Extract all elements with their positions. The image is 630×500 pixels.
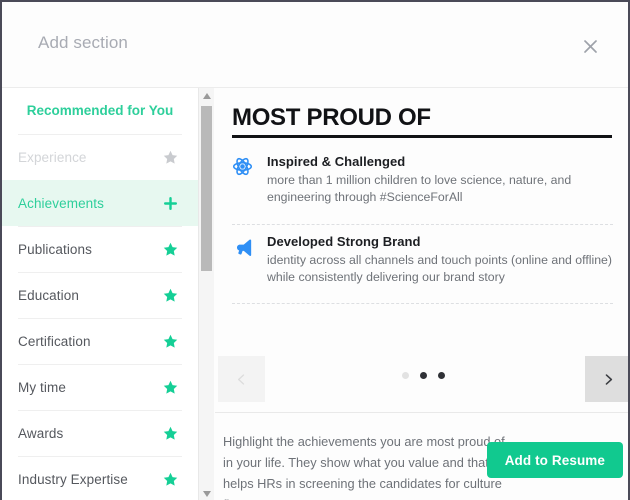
megaphone-icon: [232, 236, 254, 258]
scroll-down-icon[interactable]: [199, 486, 214, 500]
chevron-right-icon[interactable]: [585, 356, 628, 402]
sidebar-item-label: Publications: [18, 241, 92, 257]
star-icon[interactable]: [160, 423, 180, 443]
section-footer: Highlight the achievements you are most …: [215, 413, 628, 500]
preview-carousel: [215, 356, 628, 412]
row-divider: [18, 226, 182, 227]
close-icon[interactable]: [578, 34, 602, 58]
entry-description: more than 1 million children to love sci…: [267, 173, 572, 204]
sidebar-item-industry-expertise[interactable]: Industry Expertise: [2, 456, 198, 500]
preview-entry: Inspired & Challenged more than 1 millio…: [232, 154, 614, 206]
row-divider: [18, 410, 182, 411]
sidebar-item-label: Experience: [18, 149, 87, 165]
star-icon[interactable]: [160, 331, 180, 351]
modal-header: Add section: [2, 2, 628, 88]
sidebar-item-awards[interactable]: Awards: [2, 410, 198, 456]
section-description: Highlight the achievements you are most …: [223, 434, 505, 500]
sidebar-item-label: Industry Expertise: [18, 471, 128, 487]
sidebar-item-education[interactable]: Education: [2, 272, 198, 318]
section-sidebar: Recommended for You Experience Achieveme…: [2, 88, 198, 500]
sidebar-item-label: Awards: [18, 425, 64, 441]
preview-panel: MOST PROUD OF Inspired & Challenged more…: [215, 88, 628, 500]
sidebar-item-label: Certification: [18, 333, 91, 349]
sidebar-item-publications[interactable]: Publications: [2, 226, 198, 272]
row-divider: [18, 456, 182, 457]
carousel-dot[interactable]: [402, 372, 409, 379]
page-title: Add section: [38, 33, 128, 52]
row-divider: [18, 134, 182, 135]
sidebar-item-label: Education: [18, 287, 79, 303]
modal-body: Recommended for You Experience Achieveme…: [2, 88, 628, 500]
sidebar-item-experience[interactable]: Experience: [2, 134, 198, 180]
atom-icon: [232, 156, 254, 178]
entry-body: Inspired & Challenged more than 1 millio…: [267, 154, 614, 206]
sidebar-item-certification[interactable]: Certification: [2, 318, 198, 364]
sidebar-item-achievements[interactable]: Achievements: [2, 180, 198, 226]
carousel-dot[interactable]: [420, 372, 427, 379]
entry-title: Inspired & Challenged: [267, 154, 406, 169]
star-icon[interactable]: [160, 147, 180, 167]
title-underline: [232, 135, 612, 138]
star-icon[interactable]: [160, 285, 180, 305]
row-divider: [18, 364, 182, 365]
preview-entry: Developed Strong Brand identity across a…: [232, 234, 614, 286]
carousel-dots: [215, 372, 628, 379]
sidebar-item-label: My time: [18, 379, 66, 395]
sidebar-item-my-time[interactable]: My time: [2, 364, 198, 410]
chevron-left-icon[interactable]: [218, 356, 265, 402]
resume-section-preview: MOST PROUD OF Inspired & Challenged more…: [215, 88, 628, 412]
row-divider: [18, 180, 182, 181]
carousel-dot[interactable]: [438, 372, 445, 379]
row-divider: [18, 272, 182, 273]
entry-separator: [232, 224, 613, 225]
scroll-up-icon[interactable]: [199, 88, 214, 104]
entry-body: Developed Strong Brand identity across a…: [267, 234, 614, 286]
entry-title: Developed Strong Brand: [267, 234, 421, 249]
star-icon[interactable]: [160, 377, 180, 397]
scrollbar-thumb[interactable]: [201, 106, 212, 271]
star-icon[interactable]: [160, 239, 180, 259]
star-icon[interactable]: [160, 469, 180, 489]
entry-description: identity across all channels and touch p…: [267, 253, 612, 284]
sidebar-scrollbar[interactable]: [198, 88, 214, 500]
plus-icon[interactable]: [160, 193, 180, 213]
entry-separator: [232, 303, 613, 304]
sidebar-item-label: Achievements: [18, 195, 104, 211]
add-to-resume-button[interactable]: Add to Resume: [486, 442, 623, 478]
preview-section-title: MOST PROUD OF: [232, 104, 431, 131]
row-divider: [18, 318, 182, 319]
add-section-modal: Add section Recommended for You Experien…: [0, 0, 630, 500]
sidebar-heading: Recommended for You: [26, 103, 174, 118]
sidebar-list: Experience Achievements Publications Edu…: [2, 134, 198, 500]
